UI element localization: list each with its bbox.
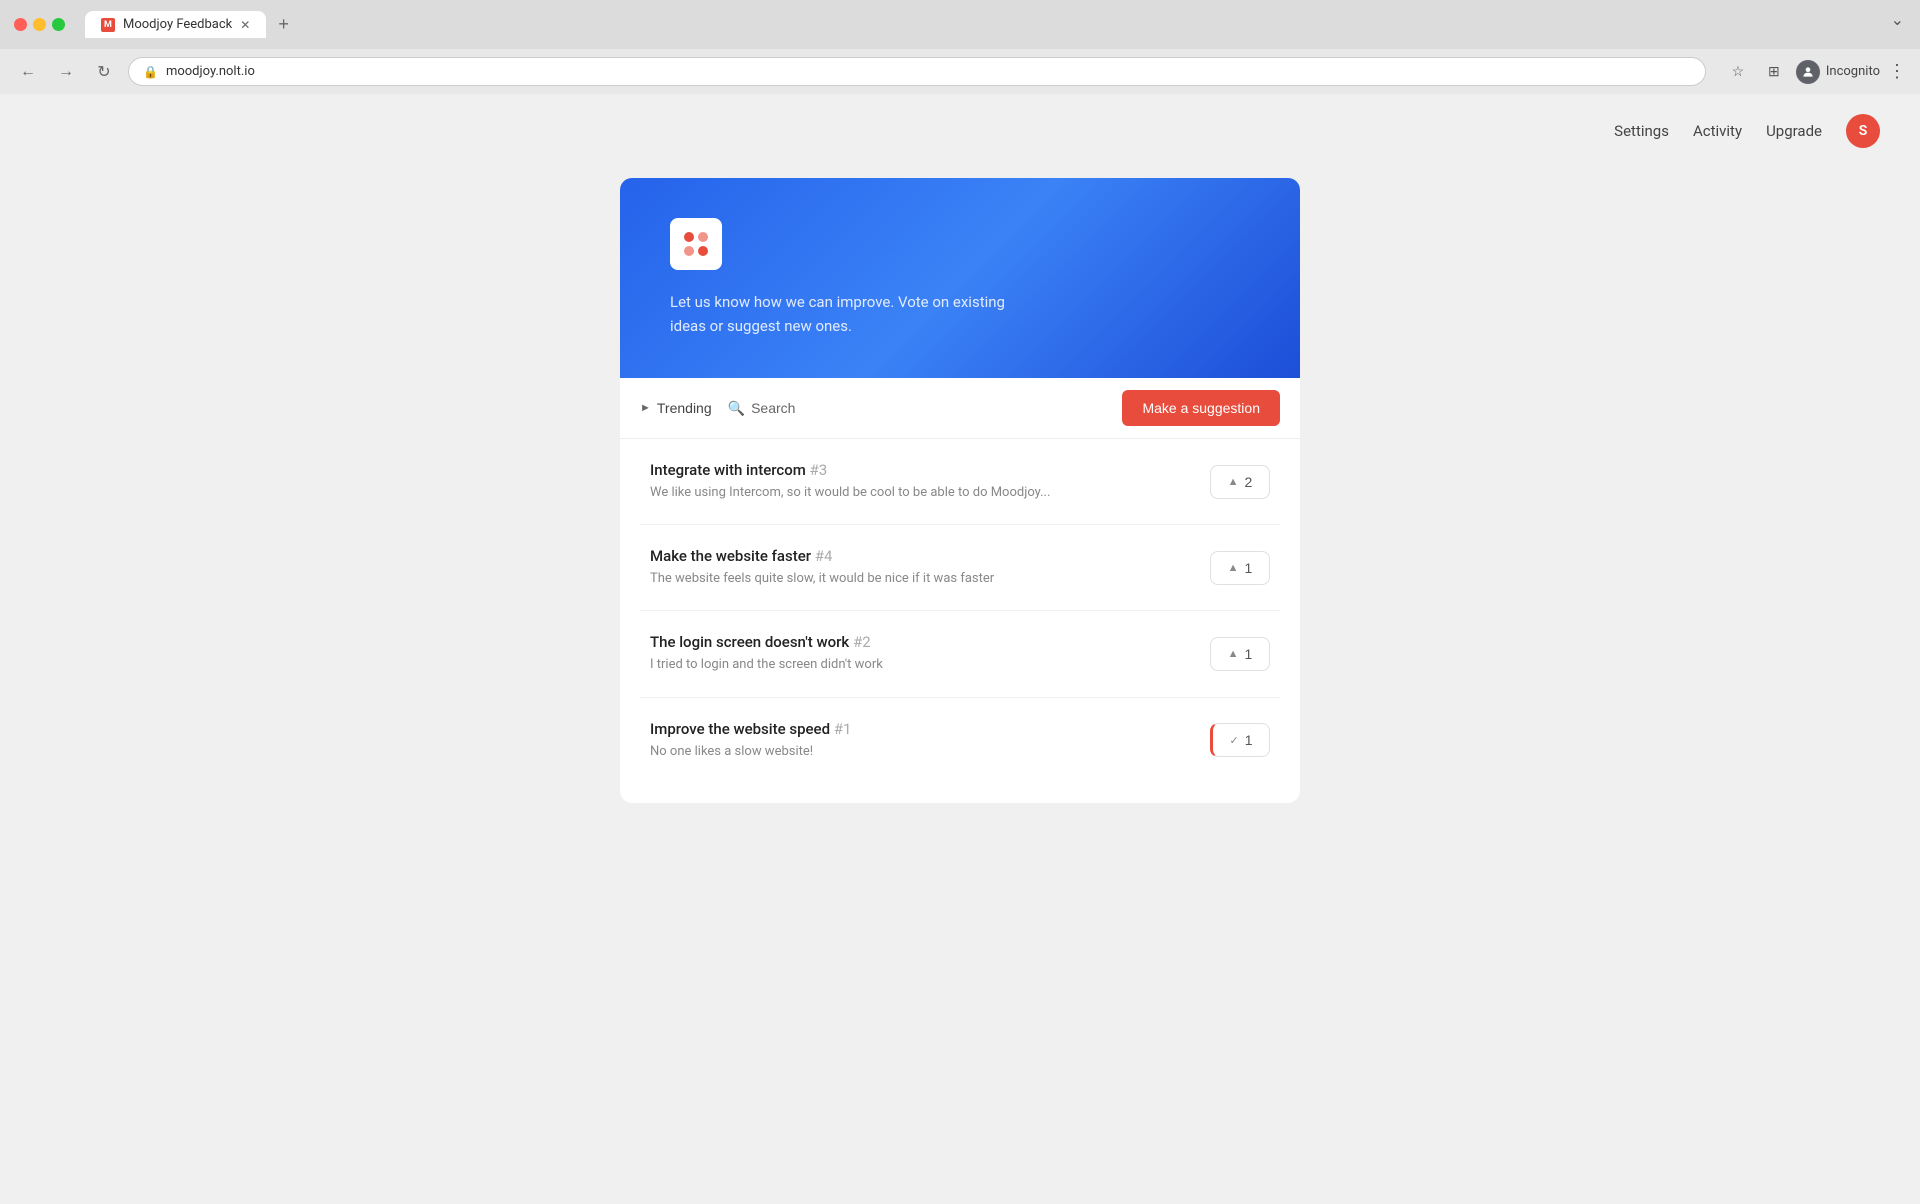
browser-more-button[interactable]: ⋮ [1888, 61, 1906, 82]
minimize-window-button[interactable] [33, 18, 46, 31]
tab-close-button[interactable]: ✕ [240, 18, 250, 32]
suggestion-title[interactable]: Improve the website speed #1 [650, 720, 1190, 738]
activity-link[interactable]: Activity [1693, 122, 1742, 140]
url-display: moodjoy.nolt.io [166, 64, 255, 79]
back-button[interactable]: ← [14, 58, 42, 86]
browser-chrome: M Moodjoy Feedback ✕ + ⌄ ← → ↻ 🔒 moodjoy… [0, 0, 1920, 94]
app-logo [670, 218, 722, 270]
bookmark-button[interactable]: ☆ [1724, 58, 1752, 86]
suggestions-list: Integrate with intercom #3 We like using … [620, 439, 1300, 803]
lock-icon: 🔒 [143, 65, 158, 79]
suggestion-content: Improve the website speed #1 No one likes… [650, 720, 1190, 761]
suggestion-title[interactable]: Make the website faster #4 [650, 547, 1190, 565]
search-button[interactable]: 🔍 Search [728, 400, 796, 417]
trending-button[interactable]: ► Trending [640, 400, 712, 416]
suggestion-content: The login screen doesn't work #2 I tried … [650, 633, 1190, 674]
forward-button[interactable]: → [52, 58, 80, 86]
address-bar[interactable]: 🔒 moodjoy.nolt.io [128, 57, 1706, 86]
logo-dot-1 [684, 232, 694, 242]
check-icon: ✓ [1229, 734, 1238, 747]
upvote-icon: ▲ [1228, 476, 1239, 488]
suggestion-number: #3 [810, 461, 828, 479]
suggestion-description: I tried to login and the screen didn't w… [650, 656, 1190, 674]
user-avatar[interactable]: S [1846, 114, 1880, 148]
browser-titlebar: M Moodjoy Feedback ✕ + ⌄ [0, 0, 1920, 49]
hero-tagline: Let us know how we can improve. Vote on … [670, 290, 1030, 338]
browser-actions: ☆ ⊞ Incognito ⋮ [1724, 58, 1906, 86]
trending-label: Trending [657, 400, 712, 416]
logo-dot-2 [698, 232, 708, 242]
suggestion-description: No one likes a slow website! [650, 743, 1190, 761]
page-content: Settings Activity Upgrade S Let us know … [0, 94, 1920, 1204]
browser-toolbar: ← → ↻ 🔒 moodjoy.nolt.io ☆ ⊞ Incognito ⋮ [0, 49, 1920, 94]
suggestion-description: We like using Intercom, so it would be c… [650, 484, 1190, 502]
incognito-label: Incognito [1826, 64, 1880, 79]
active-tab[interactable]: M Moodjoy Feedback ✕ [85, 11, 266, 38]
vote-button[interactable]: ✓ 1 [1210, 723, 1270, 757]
chevron-icon: ► [640, 402, 651, 414]
suggestion-number: #2 [853, 633, 871, 651]
suggestion-title[interactable]: The login screen doesn't work #2 [650, 633, 1190, 651]
tab-bar: M Moodjoy Feedback ✕ + ⌄ [85, 10, 297, 39]
suggestion-number: #1 [834, 720, 852, 738]
close-window-button[interactable] [14, 18, 27, 31]
suggestion-item: Make the website faster #4 The website fe… [640, 525, 1280, 611]
suggestion-content: Integrate with intercom #3 We like using … [650, 461, 1190, 502]
suggestion-content: Make the website faster #4 The website fe… [650, 547, 1190, 588]
hero-banner: Let us know how we can improve. Vote on … [620, 178, 1300, 378]
maximize-window-button[interactable] [52, 18, 65, 31]
vote-button[interactable]: ▲ 1 [1210, 637, 1270, 671]
suggestion-description: The website feels quite slow, it would b… [650, 570, 1190, 588]
upvote-icon: ▲ [1228, 648, 1239, 660]
main-container: Let us know how we can improve. Vote on … [620, 178, 1300, 803]
tab-favicon: M [101, 18, 115, 32]
search-icon: 🔍 [728, 400, 745, 417]
suggestion-item: The login screen doesn't work #2 I tried … [640, 611, 1280, 697]
suggestions-toolbar: ► Trending 🔍 Search Make a suggestion [620, 378, 1300, 439]
settings-link[interactable]: Settings [1614, 122, 1669, 140]
logo-dots [680, 228, 712, 260]
logo-dot-3 [684, 246, 694, 256]
vote-button[interactable]: ▲ 2 [1210, 465, 1270, 499]
incognito-indicator: Incognito [1796, 60, 1880, 84]
search-label: Search [751, 400, 795, 416]
upgrade-link[interactable]: Upgrade [1766, 122, 1822, 140]
make-suggestion-button[interactable]: Make a suggestion [1122, 390, 1280, 426]
suggestion-item: Integrate with intercom #3 We like using … [640, 439, 1280, 525]
suggestion-item: Improve the website speed #1 No one likes… [640, 698, 1280, 783]
vote-button[interactable]: ▲ 1 [1210, 551, 1270, 585]
site-nav: Settings Activity Upgrade S [0, 94, 1920, 168]
incognito-icon [1796, 60, 1820, 84]
tab-list-button[interactable]: ⌄ [1891, 10, 1904, 30]
suggestion-title[interactable]: Integrate with intercom #3 [650, 461, 1190, 479]
upvote-icon: ▲ [1228, 562, 1239, 574]
reload-button[interactable]: ↻ [90, 58, 118, 86]
logo-dot-4 [698, 246, 708, 256]
tab-title: Moodjoy Feedback [123, 17, 232, 32]
new-tab-button[interactable]: + [270, 10, 297, 39]
browser-menu-button[interactable]: ⊞ [1760, 58, 1788, 86]
traffic-lights [14, 18, 65, 31]
suggestion-number: #4 [815, 547, 833, 565]
